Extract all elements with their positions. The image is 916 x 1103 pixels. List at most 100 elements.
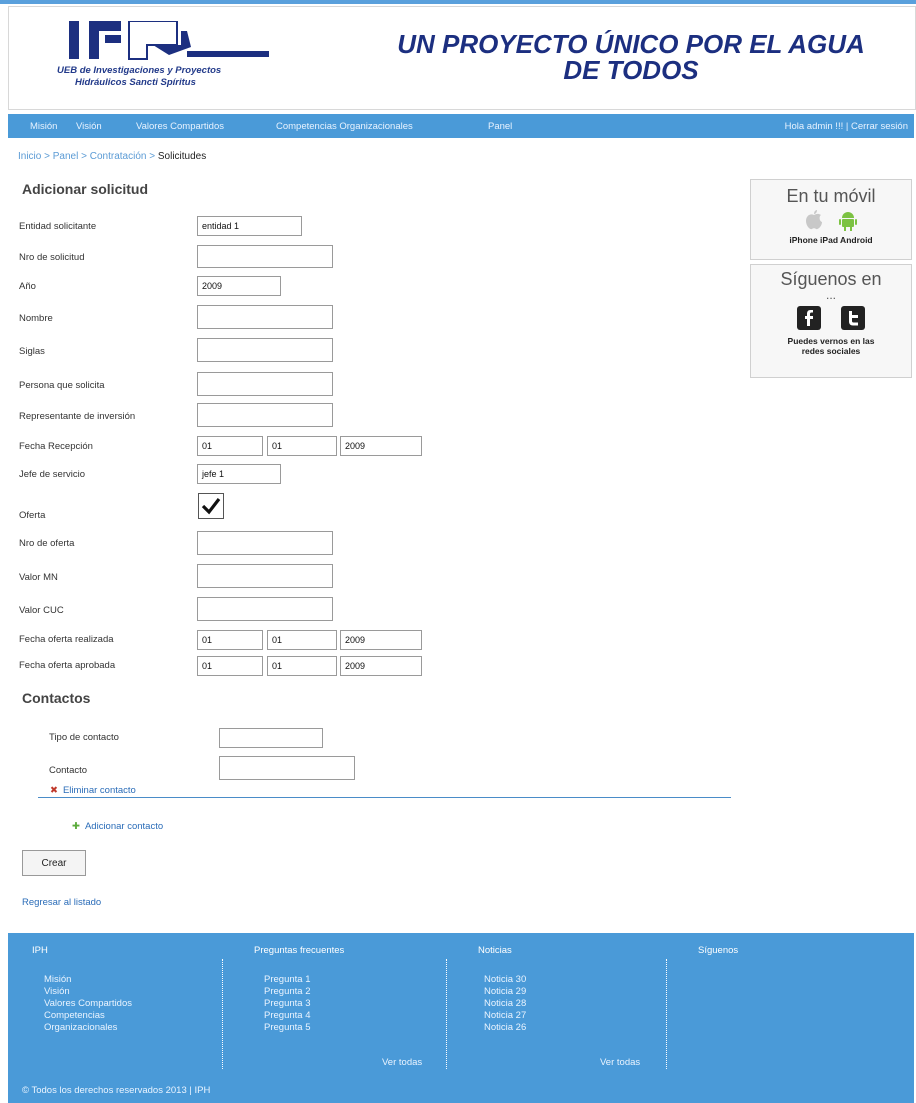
footer-link[interactable]: Pregunta 5 [264, 1022, 344, 1034]
fecha-realizada-label: Fecha oferta realizada [19, 634, 114, 645]
nro-oferta-label: Nro de oferta [19, 538, 75, 549]
mobile-icons [751, 209, 911, 233]
nav-user-area: Hola admin !!! | Cerrar sesión [785, 121, 908, 132]
fecha-realizada-month[interactable]: 01 [267, 630, 337, 650]
fecha-realizada-day[interactable]: 01 [197, 630, 263, 650]
create-button[interactable]: Crear [22, 850, 86, 876]
fecha-recepcion-label: Fecha Recepción [19, 441, 93, 452]
nro-oferta-field[interactable] [197, 531, 333, 555]
fecha-recepcion-year[interactable]: 2009 [340, 436, 422, 456]
footer-copyright: © Todos los derechos reservados 2013 | I… [22, 1085, 211, 1096]
valor-mn-label: Valor MN [19, 572, 58, 583]
footer-col-news: Noticias Noticia 30 Noticia 29 Noticia 2… [478, 945, 526, 1034]
footer-link[interactable]: Noticia 27 [484, 1010, 526, 1022]
footer-link[interactable]: Pregunta 2 [264, 986, 344, 998]
faq-see-all-link[interactable]: Ver todas [382, 1057, 422, 1068]
breadcrumb-sep: > [149, 151, 156, 162]
breadcrumb-current: Solicitudes [157, 151, 207, 162]
contacto-field[interactable] [219, 756, 355, 780]
site-header: UEB de Investigaciones y Proyectos Hidrá… [8, 6, 916, 110]
footer-col-title: IPH [32, 945, 48, 956]
contacto-label: Contacto [49, 765, 88, 776]
breadcrumb-sep: > [81, 151, 87, 162]
footer-separator [222, 959, 223, 1069]
header-slogan: UN PROYECTO ÚNICO POR EL AGUA DE TODOS [351, 31, 911, 83]
footer-link[interactable]: Noticia 28 [484, 998, 526, 1010]
persona-field[interactable] [197, 372, 333, 396]
footer-link[interactable]: Pregunta 1 [264, 974, 344, 986]
nav-item-valores[interactable]: Valores Compartidos [136, 121, 224, 132]
page-title: Adicionar solicitud [22, 181, 149, 197]
footer-link[interactable]: Visión [44, 986, 132, 998]
representante-field[interactable] [197, 403, 333, 427]
twitter-icon[interactable] [841, 306, 866, 330]
remove-contact-label: Eliminar contacto [62, 785, 136, 796]
fecha-recepcion-day[interactable]: 01 [197, 436, 263, 456]
iph-logo-icon[interactable] [69, 21, 299, 63]
footer-link[interactable]: Organizacionales [44, 1022, 132, 1034]
breadcrumb-contratacion[interactable]: Contratación [90, 151, 147, 162]
oferta-checkbox[interactable] [198, 493, 224, 519]
footer-link[interactable]: Pregunta 4 [264, 1010, 344, 1022]
fecha-aprobada-month[interactable]: 01 [267, 656, 337, 676]
footer-col-title: Síguenos [698, 945, 739, 956]
fecha-aprobada-year[interactable]: 2009 [340, 656, 422, 676]
footer-link[interactable]: Competencias [44, 1010, 132, 1022]
fecha-recepcion-month[interactable]: 01 [267, 436, 337, 456]
social-box: Síguenos en ... Puedes vernos en las red… [750, 264, 912, 378]
nro-solicitud-label: Nro de solicitud [19, 252, 85, 263]
anio-label: Año [19, 281, 36, 292]
entidad-select[interactable]: entidad 1 [197, 216, 302, 236]
breadcrumb: Inicio > Panel > Contratación > Solicitu… [18, 151, 206, 162]
anio-select[interactable]: 2009 [197, 276, 281, 296]
valor-cuc-field[interactable] [197, 597, 333, 621]
breadcrumb-panel[interactable]: Panel [53, 151, 79, 162]
site-footer: IPH Misión Visión Valores Compartidos Co… [8, 933, 914, 1103]
footer-col-follow: Síguenos [698, 945, 738, 974]
logo-subtitle-line1: UEB de Investigaciones y Proyectos [57, 65, 222, 76]
logo-subtitle-line2: Hidráulicos Sancti Spíritus [75, 77, 196, 88]
logout-link[interactable]: Cerrar sesión [851, 121, 908, 132]
mobile-box: En tu móvil iPhone iPad Android [750, 179, 912, 260]
breadcrumb-inicio[interactable]: Inicio [18, 151, 41, 162]
oferta-label: Oferta [19, 510, 46, 521]
tipo-contacto-select[interactable] [219, 728, 323, 748]
android-icon[interactable] [838, 209, 858, 231]
jefe-label: Jefe de servicio [19, 469, 86, 480]
siglas-field[interactable] [197, 338, 333, 362]
footer-link[interactable]: Noticia 26 [484, 1022, 526, 1034]
persona-label: Persona que solicita [19, 380, 105, 391]
main-nav: Misión Visión Valores Compartidos Compet… [8, 114, 914, 138]
footer-link[interactable]: Noticia 29 [484, 986, 526, 998]
facebook-icon[interactable] [796, 306, 821, 330]
footer-col-title: Preguntas frecuentes [254, 945, 345, 956]
fecha-aprobada-day[interactable]: 01 [197, 656, 263, 676]
top-accent-line [0, 0, 916, 4]
nav-item-panel[interactable]: Panel [488, 121, 512, 132]
footer-link[interactable]: Noticia 30 [484, 974, 526, 986]
nav-item-competencias[interactable]: Competencias Organizacionales [276, 121, 413, 132]
back-to-list-link[interactable]: Regresar al listado [22, 897, 101, 908]
footer-separator [666, 959, 667, 1069]
nav-item-mision[interactable]: Misión [30, 121, 57, 132]
remove-contact-link[interactable]: ✖ Eliminar contacto [50, 785, 136, 796]
breadcrumb-sep: > [44, 151, 50, 162]
checkmark-icon [201, 498, 221, 515]
representante-label: Representante de inversión [19, 411, 136, 422]
slogan-line2: DE TODOS [563, 55, 699, 85]
fecha-aprobada-label: Fecha oferta aprobada [19, 660, 116, 671]
valor-mn-field[interactable] [197, 564, 333, 588]
footer-link[interactable]: Misión [44, 974, 132, 986]
news-see-all-link[interactable]: Ver todas [600, 1057, 640, 1068]
nro-solicitud-field[interactable] [197, 245, 333, 268]
jefe-select[interactable]: jefe 1 [197, 464, 281, 484]
nombre-field[interactable] [197, 305, 333, 329]
add-icon: ✚ [72, 821, 80, 832]
fecha-realizada-year[interactable]: 2009 [340, 630, 422, 650]
nav-item-vision[interactable]: Visión [76, 121, 102, 132]
add-contact-link[interactable]: ✚ Adicionar contacto [72, 821, 163, 832]
footer-link[interactable]: Valores Compartidos [44, 998, 132, 1010]
footer-col-title: Noticias [478, 945, 512, 956]
footer-link[interactable]: Pregunta 3 [264, 998, 344, 1010]
apple-icon[interactable] [804, 209, 824, 231]
